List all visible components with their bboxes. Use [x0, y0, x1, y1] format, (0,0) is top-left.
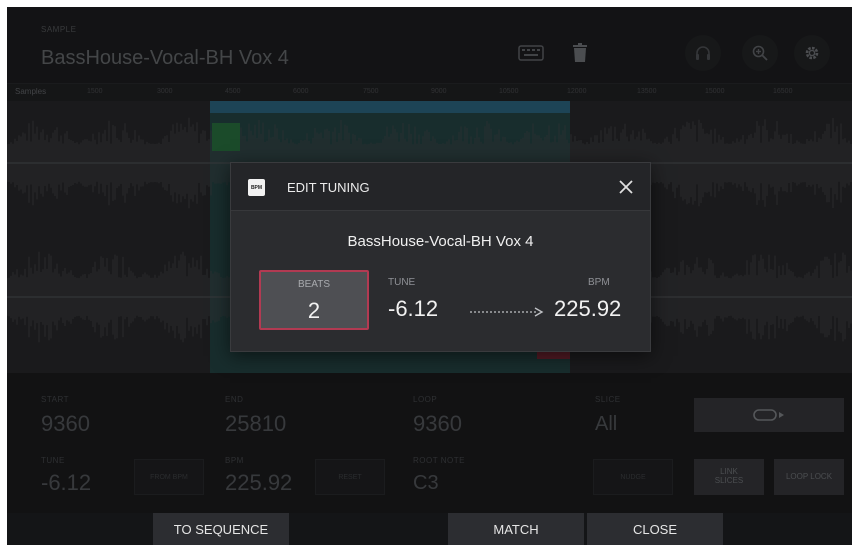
sample-edit-screen: SAMPLE BassHouse-Vocal-BH Vox 4 Samples … [7, 7, 852, 545]
bottom-bar: TO SEQUENCE MATCH CLOSE [7, 513, 852, 545]
match-button[interactable]: MATCH [448, 513, 584, 545]
beats-value: 2 [307, 298, 321, 323]
beats-label: BEATS [297, 279, 331, 290]
arrow-right-icon [470, 307, 544, 317]
dialog-bpm-label: BPM [588, 277, 610, 288]
dialog-header: BPM EDIT TUNING [231, 163, 650, 211]
bpm-badge-icon: BPM [248, 179, 265, 196]
dialog-sample-name: BassHouse-Vocal-BH Vox 4 [347, 233, 534, 250]
close-icon[interactable] [615, 176, 637, 198]
beats-field[interactable]: BEATS 2 [259, 270, 369, 330]
dialog-title: EDIT TUNING [287, 180, 370, 195]
dialog-tune-value: -6.12 [388, 296, 439, 321]
close-button[interactable]: CLOSE [587, 513, 723, 545]
dialog-bpm-value: 225.92 [554, 296, 622, 321]
edit-tuning-dialog: BPM EDIT TUNING BassHouse-Vocal-BH Vox 4… [230, 162, 651, 352]
dialog-tune-label: TUNE [388, 277, 416, 288]
to-sequence-button[interactable]: TO SEQUENCE [153, 513, 289, 545]
